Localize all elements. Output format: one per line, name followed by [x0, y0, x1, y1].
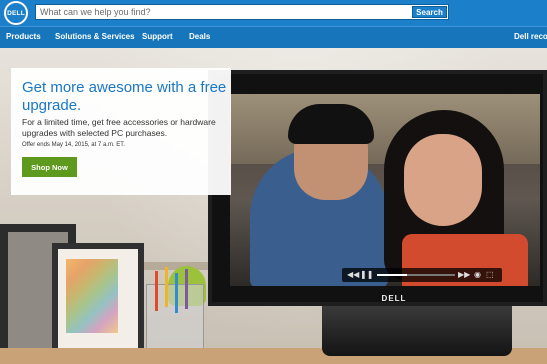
- nav-dell-recon[interactable]: Dell recon: [514, 32, 547, 41]
- search-input[interactable]: [40, 6, 400, 18]
- hero-banner: ◀◀ ❚❚ ▶▶ ◉ ⬚ DELL Get more awesome with …: [0, 48, 547, 364]
- video-progress-fill: [377, 274, 407, 276]
- search-box: Search: [35, 4, 449, 20]
- monitor-stand: [322, 306, 512, 356]
- video-player-controls: ◀◀ ❚❚ ▶▶ ◉ ⬚: [342, 268, 502, 282]
- all-in-one-monitor: ◀◀ ❚❚ ▶▶ ◉ ⬚ DELL: [208, 70, 547, 306]
- monitor-dell-logo: DELL: [381, 294, 407, 303]
- promo-card: Get more awesome with a free upgrade. Fo…: [11, 68, 231, 195]
- pause-icon[interactable]: ❚❚: [360, 270, 373, 280]
- nav-products[interactable]: Products: [6, 32, 41, 41]
- nav-solutions-services[interactable]: Solutions & Services: [55, 32, 135, 41]
- woman-face: [404, 134, 482, 226]
- promo-body: For a limited time, get free accessories…: [22, 117, 216, 138]
- pen-blue: [175, 273, 178, 313]
- monitor-screen: ◀◀ ❚❚ ▶▶ ◉ ⬚: [230, 94, 540, 286]
- search-button[interactable]: Search: [412, 6, 447, 18]
- forward-icon[interactable]: ▶▶: [458, 270, 470, 280]
- video-progress-bar[interactable]: [377, 274, 455, 276]
- man-hair: [288, 104, 374, 144]
- fullscreen-icon[interactable]: ⬚: [486, 270, 494, 280]
- main-nav: Products Solutions & Services Support De…: [0, 26, 547, 48]
- nav-support[interactable]: Support: [142, 32, 173, 41]
- promo-title: Get more awesome with a free upgrade.: [22, 79, 227, 114]
- geometric-art: [66, 259, 118, 333]
- top-header: DELL Search: [0, 0, 547, 26]
- rewind-icon[interactable]: ◀◀: [347, 270, 359, 280]
- pen-purple: [185, 269, 188, 309]
- offer-end-text: Offer ends May 14, 2015, at 7 a.m. ET.: [22, 142, 125, 148]
- shop-now-button[interactable]: Shop Now: [22, 157, 77, 177]
- volume-icon[interactable]: ◉: [474, 270, 481, 280]
- dell-logo[interactable]: DELL: [4, 1, 28, 25]
- pen-red: [155, 271, 158, 311]
- nav-deals[interactable]: Deals: [189, 32, 210, 41]
- picture-frame-art: [52, 243, 144, 361]
- pen-yellow: [165, 267, 168, 307]
